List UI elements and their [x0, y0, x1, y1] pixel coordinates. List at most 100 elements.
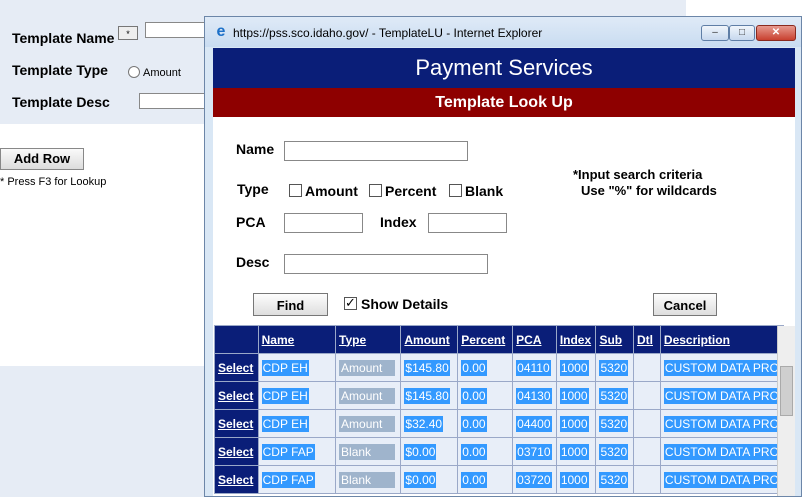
table-row: Select CDP EH Amount $32.40 0.00 04400 1… — [214, 409, 785, 438]
scrollbar-thumb[interactable] — [780, 366, 793, 416]
cell-index: 1000 — [555, 465, 597, 494]
cell-index: 1000 — [555, 381, 597, 410]
page-header: Payment Services — [213, 48, 795, 88]
select-cell: Select — [214, 409, 259, 438]
select-cell: Select — [214, 437, 259, 466]
cell-pca: 03710 — [512, 437, 557, 466]
select-link[interactable]: Select — [218, 445, 253, 459]
cell-sub: 5320 — [595, 465, 634, 494]
cell-description: CUSTOM DATA PRO — [659, 437, 785, 466]
type-percent-checkbox[interactable] — [369, 184, 382, 197]
cell-name: CDP EH — [257, 409, 337, 438]
header-description[interactable]: Description — [659, 325, 785, 354]
cell-amount: $145.80 — [400, 381, 459, 410]
cell-dtl — [632, 409, 661, 438]
index-label: Index — [380, 214, 417, 230]
type-blank-checkbox[interactable] — [449, 184, 462, 197]
table-row: Select CDP FAP Blank $0.00 0.00 03710 10… — [214, 437, 785, 466]
cell-dtl — [632, 381, 661, 410]
cell-dtl — [632, 353, 661, 382]
cell-pca: 04400 — [512, 409, 557, 438]
cell-name: CDP EH — [257, 381, 337, 410]
type-percent-label: Percent — [385, 183, 437, 199]
type-amount-label: Amount — [305, 183, 358, 199]
type-label: Type — [237, 181, 269, 197]
cell-description: CUSTOM DATA PRO — [659, 465, 785, 494]
template-name-label: Template Name — [12, 30, 115, 46]
search-hint: *Input search criteria Use "%" for wildc… — [573, 167, 717, 199]
header-type[interactable]: Type — [335, 325, 402, 354]
page-content: Payment Services Template Look Up Name *… — [213, 48, 795, 496]
type-amount-radio[interactable] — [128, 66, 140, 78]
cancel-button[interactable]: Cancel — [653, 293, 717, 316]
cell-amount: $0.00 — [400, 437, 459, 466]
vertical-scrollbar[interactable] — [777, 326, 795, 496]
cell-dtl — [632, 465, 661, 494]
header-dtl[interactable]: Dtl — [632, 325, 661, 354]
template-lookup-button[interactable]: * — [118, 26, 138, 40]
header-index[interactable]: Index — [555, 325, 597, 354]
cell-type: Amount — [335, 409, 402, 438]
name-input[interactable] — [284, 141, 468, 161]
cell-sub: 5320 — [595, 409, 634, 438]
lookup-window: e https://pss.sco.idaho.gov/ - TemplateL… — [204, 16, 802, 497]
window-title: https://pss.sco.idaho.gov/ - TemplateLU … — [233, 26, 543, 40]
select-link[interactable]: Select — [218, 473, 253, 487]
cell-name: CDP EH — [257, 353, 337, 382]
desc-input[interactable] — [284, 254, 488, 274]
template-desc-input[interactable] — [139, 93, 207, 109]
find-button[interactable]: Find — [253, 293, 328, 316]
cell-sub: 5320 — [595, 437, 634, 466]
cell-type: Amount — [335, 353, 402, 382]
cell-amount: $145.80 — [400, 353, 459, 382]
desc-label: Desc — [236, 254, 270, 270]
cell-type: Blank — [335, 437, 402, 466]
f3-hint: * Press F3 for Lookup — [0, 176, 107, 188]
show-details-checkbox[interactable] — [344, 295, 357, 311]
cell-index: 1000 — [555, 353, 597, 382]
cell-percent: 0.00 — [457, 381, 514, 410]
window-titlebar[interactable]: e https://pss.sco.idaho.gov/ - TemplateL… — [205, 17, 801, 47]
template-desc-label: Template Desc — [12, 94, 110, 110]
type-amount-label: Amount — [143, 67, 181, 79]
table-row: Select CDP EH Amount $145.80 0.00 04130 … — [214, 381, 785, 410]
cell-sub: 5320 — [595, 353, 634, 382]
table-row: Select CDP FAP Blank $0.00 0.00 03720 10… — [214, 465, 785, 494]
type-blank-label: Blank — [465, 183, 504, 199]
show-details-label: Show Details — [361, 296, 449, 312]
results-table: Name Type Amount Percent PCA Index Sub D… — [214, 325, 785, 494]
cell-description: CUSTOM DATA PRO — [659, 353, 785, 382]
add-row-button[interactable]: Add Row — [0, 148, 84, 170]
cell-type: Amount — [335, 381, 402, 410]
type-amount-checkbox[interactable] — [289, 184, 302, 197]
template-name-input[interactable] — [145, 22, 207, 38]
select-link[interactable]: Select — [218, 417, 253, 431]
header-name[interactable]: Name — [257, 325, 337, 354]
cell-index: 1000 — [555, 409, 597, 438]
cell-sub: 5320 — [595, 381, 634, 410]
cell-percent: 0.00 — [457, 437, 514, 466]
cell-pca: 04130 — [512, 381, 557, 410]
cell-pca: 03720 — [512, 465, 557, 494]
cell-percent: 0.00 — [457, 409, 514, 438]
header-sub[interactable]: Sub — [595, 325, 634, 354]
header-select — [214, 325, 259, 354]
select-link[interactable]: Select — [218, 361, 253, 375]
header-percent[interactable]: Percent — [457, 325, 514, 354]
maximize-button[interactable]: □ — [729, 25, 755, 41]
pca-input[interactable] — [284, 213, 363, 233]
background-band — [0, 366, 210, 497]
header-pca[interactable]: PCA — [512, 325, 557, 354]
select-link[interactable]: Select — [218, 389, 253, 403]
table-header-row: Name Type Amount Percent PCA Index Sub D… — [214, 325, 785, 354]
cell-index: 1000 — [555, 437, 597, 466]
cell-dtl — [632, 437, 661, 466]
table-row: Select CDP EH Amount $145.80 0.00 04110 … — [214, 353, 785, 382]
header-amount[interactable]: Amount — [400, 325, 459, 354]
cell-description: CUSTOM DATA PRO — [659, 381, 785, 410]
hint-line-2: Use "%" for wildcards — [581, 183, 717, 198]
close-button[interactable]: ✕ — [756, 25, 796, 41]
cell-name: CDP FAP — [257, 437, 337, 466]
minimize-button[interactable]: – — [701, 25, 729, 41]
index-input[interactable] — [428, 213, 507, 233]
